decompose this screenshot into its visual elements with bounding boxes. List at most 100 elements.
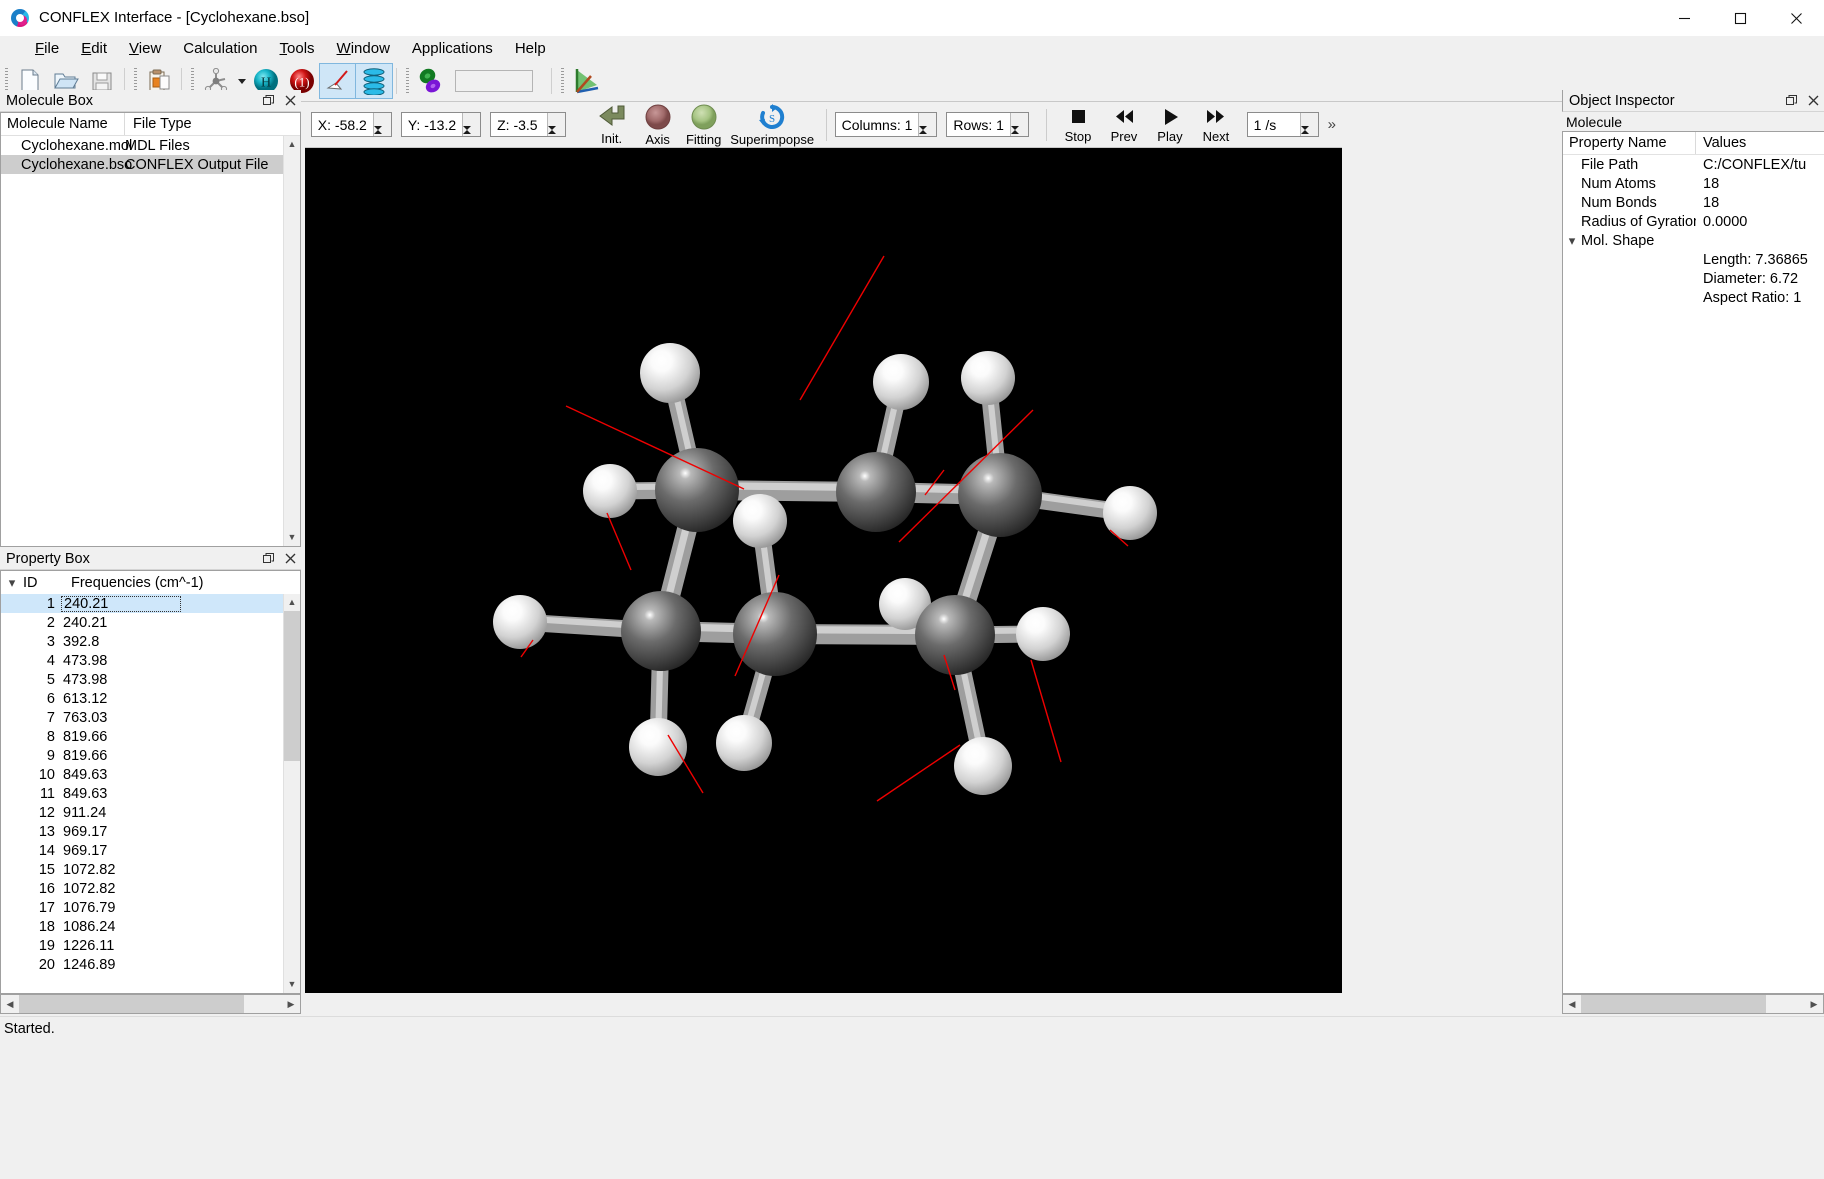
- rotation-z-spinner[interactable]: Z: -3.5: [490, 112, 567, 147]
- play-button[interactable]: Play: [1147, 103, 1193, 147]
- frequency-row[interactable]: 16 1072.82: [1, 879, 283, 898]
- spectrum-layers-icon[interactable]: [355, 63, 393, 99]
- float-panel-icon[interactable]: [257, 549, 279, 569]
- column-header-property-name[interactable]: Property Name: [1563, 132, 1696, 154]
- chevron-double-right-icon[interactable]: »: [1328, 116, 1342, 133]
- axes-icon[interactable]: [568, 64, 604, 98]
- spinner-down[interactable]: [1010, 126, 1028, 147]
- hydrogen-atom[interactable]: [716, 715, 772, 771]
- column-header-file-type[interactable]: File Type: [125, 116, 300, 132]
- frequency-row[interactable]: 15 1072.82: [1, 860, 283, 879]
- menu-calculation[interactable]: Calculation: [172, 38, 268, 59]
- object-inspector-hscrollbar[interactable]: ◀ ▶: [1562, 994, 1824, 1014]
- hydrogen-atom[interactable]: [640, 343, 700, 403]
- frequency-row[interactable]: 13 969.17: [1, 822, 283, 841]
- menu-tools[interactable]: Tools: [269, 38, 326, 59]
- frequency-row[interactable]: 6 613.12: [1, 689, 283, 708]
- carbon-atom[interactable]: [958, 453, 1042, 537]
- inspector-row[interactable]: ▾ Mol. Shape: [1563, 231, 1824, 250]
- scroll-thumb[interactable]: [19, 995, 244, 1013]
- chevron-down-icon[interactable]: ▾: [1563, 233, 1581, 249]
- molecule-box-scrollbar[interactable]: ▲ ▼: [283, 136, 300, 546]
- inspector-row[interactable]: File Path C:/CONFLEX/tu: [1563, 155, 1824, 174]
- measure-pen-icon[interactable]: [319, 63, 357, 99]
- scroll-thumb[interactable]: [1581, 995, 1766, 1013]
- frequency-row[interactable]: 18 1086.24: [1, 917, 283, 936]
- inspector-row[interactable]: Num Bonds 18: [1563, 193, 1824, 212]
- scroll-track[interactable]: [283, 611, 300, 976]
- frequency-row[interactable]: 5 473.98: [1, 670, 283, 689]
- menu-file[interactable]: File: [24, 38, 70, 59]
- spinner-down[interactable]: [373, 126, 391, 147]
- column-header-molecule-name[interactable]: Molecule Name: [1, 113, 125, 135]
- float-panel-icon[interactable]: [1780, 91, 1802, 111]
- hydrogen-atom[interactable]: [954, 737, 1012, 795]
- frequency-row[interactable]: 17 1076.79: [1, 898, 283, 917]
- scroll-track[interactable]: [283, 153, 300, 529]
- carbon-atom[interactable]: [836, 452, 916, 532]
- scroll-up-icon[interactable]: ▲: [283, 136, 300, 153]
- frequency-row[interactable]: 11 849.63: [1, 784, 283, 803]
- spinner-down[interactable]: [1300, 126, 1318, 147]
- scroll-up-icon[interactable]: ▲: [283, 594, 300, 611]
- fitting-button[interactable]: Fitting: [681, 103, 727, 147]
- column-header-values[interactable]: Values: [1696, 135, 1824, 151]
- spinner-down[interactable]: [463, 126, 480, 147]
- menu-help[interactable]: Help: [504, 38, 557, 59]
- close-panel-icon[interactable]: [279, 549, 301, 569]
- scroll-right-icon[interactable]: ▶: [1805, 995, 1823, 1013]
- frequency-row[interactable]: 19 1226.11: [1, 936, 283, 955]
- menu-view[interactable]: View: [118, 38, 172, 59]
- frequency-row[interactable]: 20 1246.89: [1, 955, 283, 974]
- inspector-row[interactable]: Num Atoms 18: [1563, 174, 1824, 193]
- menu-applications[interactable]: Applications: [401, 38, 504, 59]
- chevron-down-icon[interactable]: ▾: [1, 575, 23, 591]
- speed-spinner[interactable]: 1 /s: [1246, 112, 1319, 147]
- menu-edit[interactable]: Edit: [70, 38, 118, 59]
- property-box-scrollbar[interactable]: ▲ ▼: [283, 594, 300, 993]
- frequency-row[interactable]: 9 819.66: [1, 746, 283, 765]
- frequency-row[interactable]: 14 969.17: [1, 841, 283, 860]
- carbon-atom[interactable]: [733, 592, 817, 676]
- toolbar-grip[interactable]: [561, 68, 564, 94]
- stop-button[interactable]: Stop: [1055, 103, 1101, 147]
- spinner-down[interactable]: [548, 126, 565, 147]
- hydrogen-atom[interactable]: [493, 595, 547, 649]
- inspector-row[interactable]: Radius of Gyration 0.0000: [1563, 212, 1824, 231]
- axis-button[interactable]: Axis: [635, 103, 681, 147]
- frequency-row[interactable]: 1 240.21: [1, 594, 283, 613]
- list-item[interactable]: Cyclohexane.bso CONFLEX Output File: [1, 155, 283, 174]
- scroll-right-icon[interactable]: ▶: [282, 995, 300, 1013]
- scroll-left-icon[interactable]: ◀: [1, 995, 19, 1013]
- superimpose-button[interactable]: S Superimpopse: [727, 103, 818, 147]
- frequency-row[interactable]: 4 473.98: [1, 651, 283, 670]
- property-box-hscrollbar[interactable]: ◀ ▶: [0, 994, 301, 1014]
- scroll-track[interactable]: [19, 995, 282, 1013]
- close-panel-icon[interactable]: [1802, 91, 1824, 111]
- next-button[interactable]: Next: [1193, 103, 1239, 147]
- close-button[interactable]: [1768, 0, 1824, 36]
- maximize-button[interactable]: [1712, 0, 1768, 36]
- close-panel-icon[interactable]: [279, 91, 301, 111]
- columns-spinner[interactable]: Columns: 1: [834, 112, 938, 147]
- scroll-down-icon[interactable]: ▼: [283, 529, 300, 546]
- list-item[interactable]: Cyclohexane.mol MDL Files: [1, 136, 283, 155]
- hydrogen-atom[interactable]: [873, 354, 929, 410]
- scroll-down-icon[interactable]: ▼: [283, 976, 300, 993]
- carbon-atom[interactable]: [655, 448, 739, 532]
- frequency-row[interactable]: 8 819.66: [1, 727, 283, 746]
- frequency-row[interactable]: 10 849.63: [1, 765, 283, 784]
- hydrogen-atom[interactable]: [1016, 607, 1070, 661]
- orbital-icon[interactable]: [413, 64, 449, 98]
- menu-window[interactable]: Window: [326, 38, 401, 59]
- toolbar-text-input[interactable]: [455, 70, 533, 92]
- hydrogen-atom[interactable]: [583, 464, 637, 518]
- rotation-y-spinner[interactable]: Y: -13.2: [400, 112, 482, 147]
- frequency-row[interactable]: 7 763.03: [1, 708, 283, 727]
- chevron-down-icon[interactable]: [234, 78, 248, 84]
- scroll-track[interactable]: [1581, 995, 1805, 1013]
- column-header-id[interactable]: ID: [23, 575, 61, 591]
- carbon-atom[interactable]: [915, 595, 995, 675]
- float-panel-icon[interactable]: [257, 91, 279, 111]
- carbon-atom[interactable]: [621, 591, 701, 671]
